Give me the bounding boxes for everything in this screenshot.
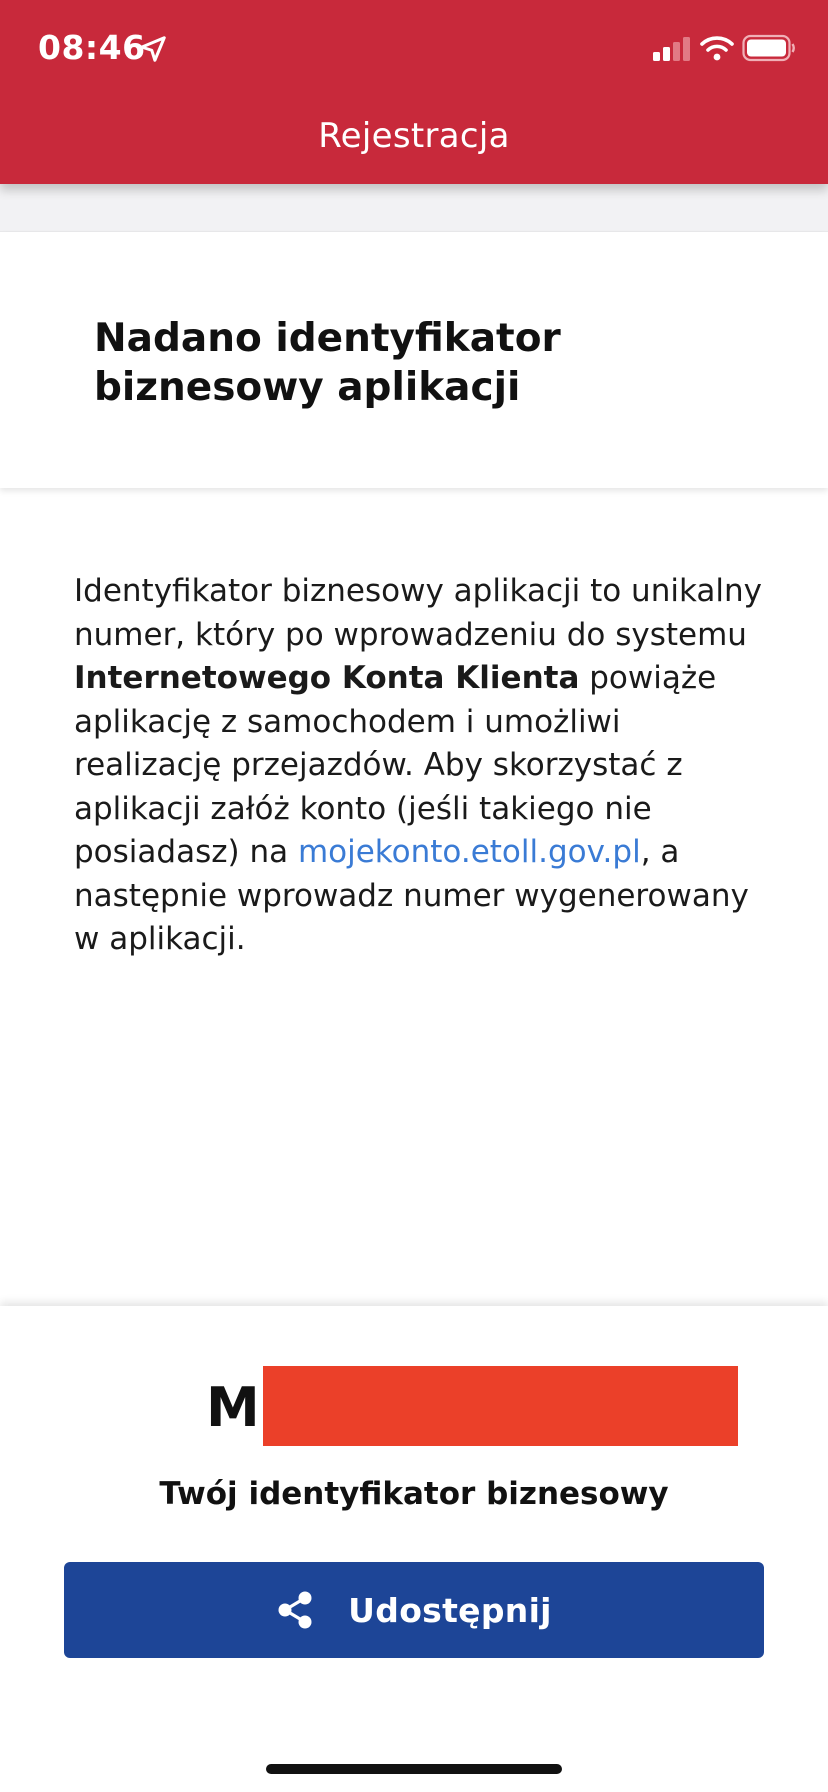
share-icon: [278, 1591, 312, 1629]
description-text: Identyfikator biznesowy aplikacji to uni…: [74, 570, 774, 962]
redaction-box: [263, 1366, 738, 1446]
page-header-title: Rejestracja: [318, 116, 510, 156]
page-title: Nadano identyfikator biznesowy aplikacji: [94, 314, 734, 412]
app-header: 08:46 Rejestracja: [0, 0, 828, 184]
page-title-line-2: biznesowy aplikacji: [94, 365, 521, 410]
page-title-line-1: Nadano identyfikator: [94, 316, 561, 361]
title-card: Nadano identyfikator biznesowy aplikacji: [0, 232, 828, 488]
share-button[interactable]: Udostępnij: [64, 1562, 764, 1658]
description-bold: Internetowego Konta Klienta: [74, 660, 580, 696]
location-arrow-icon: [140, 36, 166, 62]
header-spacer: [0, 184, 828, 232]
identifier-panel: M1 Twój identyfikator biznesowy Udostępn…: [0, 1306, 828, 1792]
business-identifier-caption: Twój identyfikator biznesowy: [159, 1476, 669, 1512]
description-part-1: Identyfikator biznesowy aplikacji to uni…: [74, 573, 762, 653]
status-time: 08:46: [38, 28, 146, 67]
wifi-icon: [700, 36, 734, 61]
share-button-label: Udostępnij: [348, 1590, 552, 1630]
signal-bars-icon: [653, 37, 690, 61]
home-indicator[interactable]: [266, 1764, 562, 1774]
battery-icon: [742, 34, 795, 62]
etoll-account-link[interactable]: mojekonto.etoll.gov.pl: [298, 834, 641, 870]
